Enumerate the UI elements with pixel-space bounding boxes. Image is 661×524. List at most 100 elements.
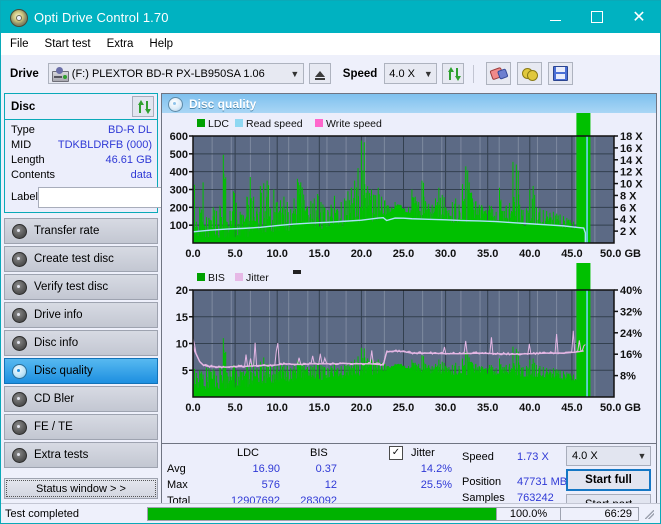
drive-select[interactable]: (F:) PLEXTOR BD-R PX-LB950SA 1.06 ▼ [47,63,304,84]
svg-text:10.0: 10.0 [266,402,287,414]
svg-text:10 X: 10 X [620,179,643,191]
svg-text:Jitter: Jitter [246,272,269,284]
disc-info-button[interactable] [517,62,543,85]
speed-select[interactable]: 4.0 X ▼ [384,63,438,84]
svg-text:200: 200 [170,202,188,214]
svg-text:5: 5 [182,365,188,377]
disc-property-list: Type BD-R DL MID TDKBLDRFB (000) Length … [5,120,242,212]
menu-start-test[interactable]: Start test [45,38,91,50]
svg-text:32%: 32% [620,306,642,318]
svg-text:20: 20 [176,285,188,297]
stats-max-jitter: 25.5% [420,479,452,491]
sidebar-item-create-test-disc[interactable]: Create test disc [4,246,158,272]
svg-text:30.0: 30.0 [435,248,456,260]
svg-text:0.0: 0.0 [185,248,200,260]
eraser-icon [489,65,509,81]
ldc-read-speed-chart[interactable]: LDC Read speed Write speed 100 200 300 400 500 6… [162,113,656,263]
jitter-label: Jitter [411,447,435,459]
svg-text:0.0: 0.0 [185,402,200,414]
disc-quality-icon [168,96,183,112]
checkbox-box: ✓ [389,446,403,460]
sidebar-item-fe-te[interactable]: FE / TE [4,414,158,440]
eject-button[interactable] [308,63,331,84]
menu-bar: File Start test Extra Help [1,33,660,55]
refresh-button[interactable] [442,63,465,84]
svg-text:16%: 16% [620,349,642,361]
disc-row-type: Type BD-R DL [11,123,152,138]
disc-label-row: Label [11,186,242,208]
svg-text:40.0: 40.0 [519,402,540,414]
svg-text:40.0: 40.0 [519,248,540,260]
stats-col-bis: BIS [310,447,328,459]
disc-icon [11,419,27,435]
save-button[interactable] [548,62,574,85]
progress-percent: 100.0% [497,506,561,521]
resize-grip-icon[interactable] [643,508,655,520]
chevron-down-icon: ▼ [637,451,647,461]
disc-icon [11,307,27,323]
disc-icon [11,335,27,351]
toolbar-separator [473,64,475,83]
sidebar-item-label: Drive info [34,309,83,321]
minimize-button[interactable] [534,1,576,33]
svg-text:35.0: 35.0 [477,402,498,414]
sidebar-item-disc-quality[interactable]: Disc quality [4,358,158,384]
bis-jitter-chart[interactable]: BIS Jitter 5 10 15 20 8% 16% 24% 32% 40% 0.0 5.0 10.0… [162,263,656,418]
stats-avg-jitter: 14.2% [420,463,452,475]
disc-quality-panel: Disc quality LDC Read speed Write speed 100… [161,93,657,517]
svg-text:40%: 40% [620,285,642,297]
svg-text:600: 600 [170,131,188,143]
jitter-checkbox[interactable]: ✓ [389,446,403,460]
disc-icon [11,447,27,463]
chevron-down-icon: ▼ [423,68,433,79]
menu-help[interactable]: Help [149,38,173,50]
stats-max-ldc: 576 [261,479,280,491]
sidebar-item-disc-info[interactable]: Disc info [4,330,158,356]
disc-row-length: Length 46.61 GB [11,153,152,168]
disc-refresh-button[interactable] [132,96,154,117]
rings-icon [522,67,539,81]
status-window-button[interactable]: Status window > > [4,478,158,499]
status-bar: Test completed 100.0% 66:29 [1,503,660,523]
erase-button[interactable] [486,62,512,85]
svg-text:2 X: 2 X [620,226,637,238]
svg-text:Write speed: Write speed [326,118,382,130]
svg-text:15.0: 15.0 [309,248,330,260]
sidebar-item-cd-bler[interactable]: CD Bler [4,386,158,412]
svg-text:BIS: BIS [208,272,225,284]
speed-select-value: 4.0 X [389,67,415,80]
svg-text:50.0 GB: 50.0 GB [600,402,641,414]
disc-icon [11,279,27,295]
svg-text:10.0: 10.0 [266,248,287,260]
disc-row-key: Length [11,154,45,166]
svg-text:100: 100 [170,220,188,232]
test-speed-select[interactable]: 4.0 X ▼ [566,446,651,466]
sidebar-item-label: Extra tests [34,449,89,461]
disc-row-key: MID [11,139,32,151]
maximize-button[interactable] [576,1,618,33]
main-area: Disc Type BD-R DL MID TDKBLDRFB (000) Le… [1,92,660,517]
sidebar-item-verify-test-disc[interactable]: Verify test disc [4,274,158,300]
sidebar-item-extra-tests[interactable]: Extra tests [4,442,158,468]
stats-avg-ldc: 16.90 [252,463,280,475]
svg-text:12 X: 12 X [620,167,643,179]
sidebar-item-transfer-rate[interactable]: Transfer rate [4,218,158,244]
title-bar: Opti Drive Control 1.70 ✕ [1,1,660,33]
stats-avg-bis: 0.37 [315,463,337,475]
optical-drive-icon [51,66,69,82]
speed-stat-value: 1.73 X [517,451,549,463]
menu-file[interactable]: File [10,38,29,50]
svg-text:8%: 8% [620,371,636,383]
sidebar-item-label: FE / TE [34,421,73,433]
svg-text:20.0: 20.0 [351,402,372,414]
menu-extra[interactable]: Extra [107,38,134,50]
start-full-button[interactable]: Start full [566,469,651,491]
sidebar-item-label: CD Bler [34,393,75,405]
svg-text:30.0: 30.0 [435,402,456,414]
disc-group-title: Disc [11,100,36,113]
close-button[interactable]: ✕ [618,1,660,33]
disc-icon [11,223,27,239]
sidebar-item-drive-info[interactable]: Drive info [4,302,158,328]
status-text: Test completed [5,507,79,520]
disc-row-value: BD-R DL [107,124,152,136]
